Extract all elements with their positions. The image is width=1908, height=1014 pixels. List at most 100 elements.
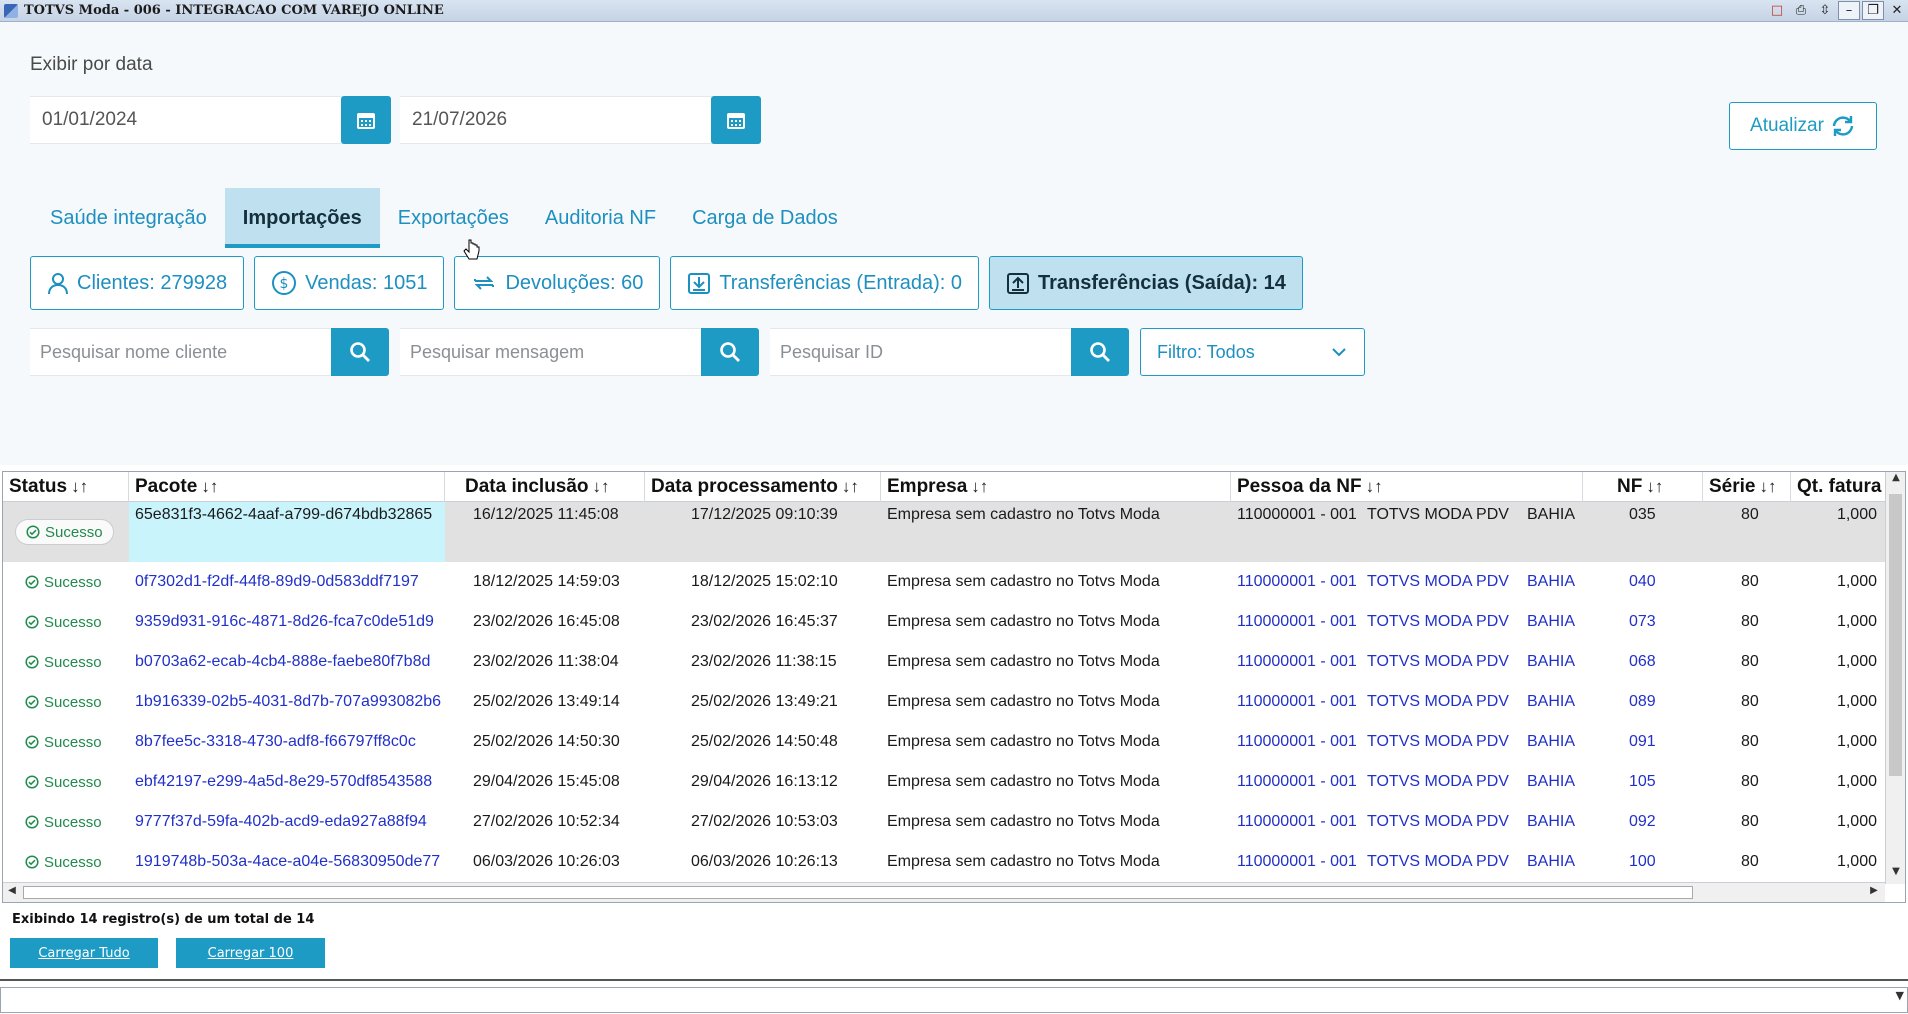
status-filter-select[interactable]: Filtro: Todos [1140,328,1365,376]
client-search-button[interactable] [331,328,389,376]
pessoa-uf-cell[interactable]: BAHIA [1521,802,1601,842]
pacote-cell[interactable]: 9777f37d-59fa-402b-acd9-eda927a88f94 [129,802,445,842]
table-row[interactable]: Sucesso 1919748b-503a-4ace-a04e-56830950d… [3,842,1885,882]
vertical-scroll-thumb[interactable] [1889,494,1902,776]
table-row[interactable]: Sucesso ebf42197-e299-4a5d-8e29-570df8543… [3,762,1885,802]
column-header-qt-fatura[interactable]: Qt. fatura [1791,472,1885,502]
pacote-cell[interactable]: b0703a62-ecab-4cb4-888e-faebe80f7b8d [129,642,445,682]
column-header-data-processamento[interactable]: Data processamento ↓↑ [645,472,881,502]
column-header-data-inclusao[interactable]: Data inclusão ↓↑ [445,472,645,502]
tab-auditoria-nf[interactable]: Auditoria NF [527,188,674,248]
transferencias-saida-counter-button[interactable]: Transferências (Saída): 14 [989,256,1303,310]
table-row[interactable]: Sucesso 9359d931-916c-4871-8d26-fca7c0de5… [3,602,1885,642]
column-header-serie[interactable]: Série ↓↑ [1703,472,1791,502]
column-title: Data inclusão [465,476,589,497]
pessoa-codigo-cell[interactable]: 110000001 - 001 [1231,842,1361,882]
pessoa-codigo-cell[interactable]: 110000001 - 001 [1231,802,1361,842]
nf-cell[interactable]: 091 [1603,722,1683,762]
end-date-field[interactable]: 21/07/2026 [400,96,712,144]
pacote-cell[interactable]: 1b916339-02b5-4031-8d7b-707a993082b6 [129,682,445,722]
table-row[interactable]: Sucesso 65e831f3-4662-4aaf-a799-d674bdb32… [3,502,1885,562]
start-date-field[interactable]: 01/01/2024 [30,96,342,144]
table-row[interactable]: Sucesso 0f7302d1-f2df-44f8-89d9-0d583ddf7… [3,562,1885,602]
pessoa-codigo-cell[interactable]: 110000001 - 001 [1231,602,1361,642]
pessoa-nome-cell[interactable]: TOTVS MODA PDV [1361,642,1521,682]
end-date-calendar-button[interactable] [711,96,761,144]
pacote-cell[interactable]: 8b7fee5c-3318-4730-adf8-f66797ff8c0c [129,722,445,762]
restore-icon[interactable]: ❐ [1862,1,1884,20]
horizontal-scrollbar[interactable]: ◀ ▶ [3,882,1885,902]
tab-saude-integracao[interactable]: Saúde integração [32,188,225,248]
status-bar-field[interactable] [0,987,1908,1013]
devolucoes-counter-button[interactable]: Devoluções: 60 [454,256,661,310]
pessoa-codigo-cell[interactable]: 110000001 - 001 [1231,642,1361,682]
pessoa-uf-cell[interactable]: BAHIA [1521,602,1601,642]
start-date-calendar-button[interactable] [341,96,391,144]
nf-cell[interactable]: 092 [1603,802,1683,842]
column-header-pessoa-da-nf[interactable]: Pessoa da NF ↓↑ [1231,472,1583,502]
close-icon[interactable]: ✕ [1886,1,1908,20]
scroll-menu-icon[interactable]: ⇳ [1814,1,1836,20]
table-row[interactable]: Sucesso 9777f37d-59fa-402b-acd9-eda927a88… [3,802,1885,842]
pessoa-uf-cell[interactable]: BAHIA [1521,762,1601,802]
nf-cell[interactable]: 105 [1603,762,1683,802]
pessoa-uf-cell[interactable]: BAHIA [1521,842,1601,882]
pacote-cell[interactable]: ebf42197-e299-4a5d-8e29-570df8543588 [129,762,445,802]
tab-carga-de-dados[interactable]: Carga de Dados [674,188,856,248]
window-title: TOTVS Moda - 006 - INTEGRACAO COM VAREJO… [24,3,444,18]
transferencias-entrada-counter-button[interactable]: Transferências (Entrada): 0 [670,256,980,310]
pessoa-uf-cell[interactable]: BAHIA [1521,562,1601,602]
pacote-cell[interactable]: 0f7302d1-f2df-44f8-89d9-0d583ddf7197 [129,562,445,602]
nf-cell[interactable]: 073 [1603,602,1683,642]
pessoa-nome-cell[interactable]: TOTVS MODA PDV [1361,562,1521,602]
pessoa-nome-cell[interactable]: TOTVS MODA PDV [1361,802,1521,842]
pessoa-uf-cell[interactable]: BAHIA [1521,642,1601,682]
client-search-input[interactable] [40,341,334,363]
pessoa-codigo-cell[interactable]: 110000001 - 001 [1231,682,1361,722]
column-header-pacote[interactable]: Pacote ↓↑ [129,472,445,502]
chevron-down-icon[interactable]: ▼ [1896,989,1904,1002]
id-search-input[interactable] [780,341,1074,363]
nf-cell[interactable]: 100 [1603,842,1683,882]
message-search-input[interactable] [410,341,704,363]
horizontal-scroll-thumb[interactable] [23,886,1693,899]
vertical-scrollbar[interactable]: ▲ ▼ [1885,472,1905,884]
column-header-status[interactable]: Status ↓↑ [3,472,129,502]
nf-cell[interactable]: 068 [1603,642,1683,682]
load-100-button[interactable]: Carregar 100 [176,938,325,968]
pessoa-uf-cell[interactable]: BAHIA [1521,722,1601,762]
column-header-empresa[interactable]: Empresa ↓↑ [881,472,1231,502]
pessoa-nome-cell[interactable]: TOTVS MODA PDV [1361,842,1521,882]
pessoa-nome-cell[interactable]: TOTVS MODA PDV [1361,682,1521,722]
pessoa-nome-cell[interactable]: TOTVS MODA PDV [1361,602,1521,642]
nf-cell[interactable]: 040 [1603,562,1683,602]
pessoa-nome-cell[interactable]: TOTVS MODA PDV [1361,722,1521,762]
scroll-left-icon[interactable]: ◀ [3,885,21,901]
tab-exportacoes[interactable]: Exportações [380,188,527,248]
clientes-counter-button[interactable]: Clientes: 279928 [30,256,245,310]
pessoa-uf-cell[interactable]: BAHIA [1521,682,1601,722]
pdf-icon[interactable]: □ [1766,1,1788,20]
tab-importacoes[interactable]: Importações [224,188,380,248]
pessoa-codigo-cell[interactable]: 110000001 - 001 [1231,562,1361,602]
nf-cell[interactable]: 089 [1603,682,1683,722]
scroll-right-icon[interactable]: ▶ [1865,885,1883,901]
message-search-button[interactable] [701,328,759,376]
vendas-counter-button[interactable]: $ Vendas: 1051 [254,256,445,310]
table-row[interactable]: Sucesso 8b7fee5c-3318-4730-adf8-f66797ff8… [3,722,1885,762]
pessoa-codigo-cell[interactable]: 110000001 - 001 [1231,762,1361,802]
pacote-cell[interactable]: 9359d931-916c-4871-8d26-fca7c0de51d9 [129,602,445,642]
column-header-nf[interactable]: NF ↓↑ [1583,472,1703,502]
scroll-up-icon[interactable]: ▲ [1886,472,1905,490]
printer-icon[interactable]: ⎙ [1790,1,1812,20]
pessoa-nome-cell[interactable]: TOTVS MODA PDV [1361,762,1521,802]
id-search-button[interactable] [1071,328,1129,376]
pessoa-codigo-cell[interactable]: 110000001 - 001 [1231,722,1361,762]
minimize-icon[interactable]: – [1838,1,1860,20]
table-row[interactable]: Sucesso b0703a62-ecab-4cb4-888e-faebe80f7… [3,642,1885,682]
pacote-cell[interactable]: 1919748b-503a-4ace-a04e-56830950de77 [129,842,445,882]
table-row[interactable]: Sucesso 1b916339-02b5-4031-8d7b-707a99308… [3,682,1885,722]
scroll-down-icon[interactable]: ▼ [1886,866,1905,884]
load-all-button[interactable]: Carregar Tudo [10,938,158,968]
refresh-button[interactable]: Atualizar [1729,102,1877,150]
